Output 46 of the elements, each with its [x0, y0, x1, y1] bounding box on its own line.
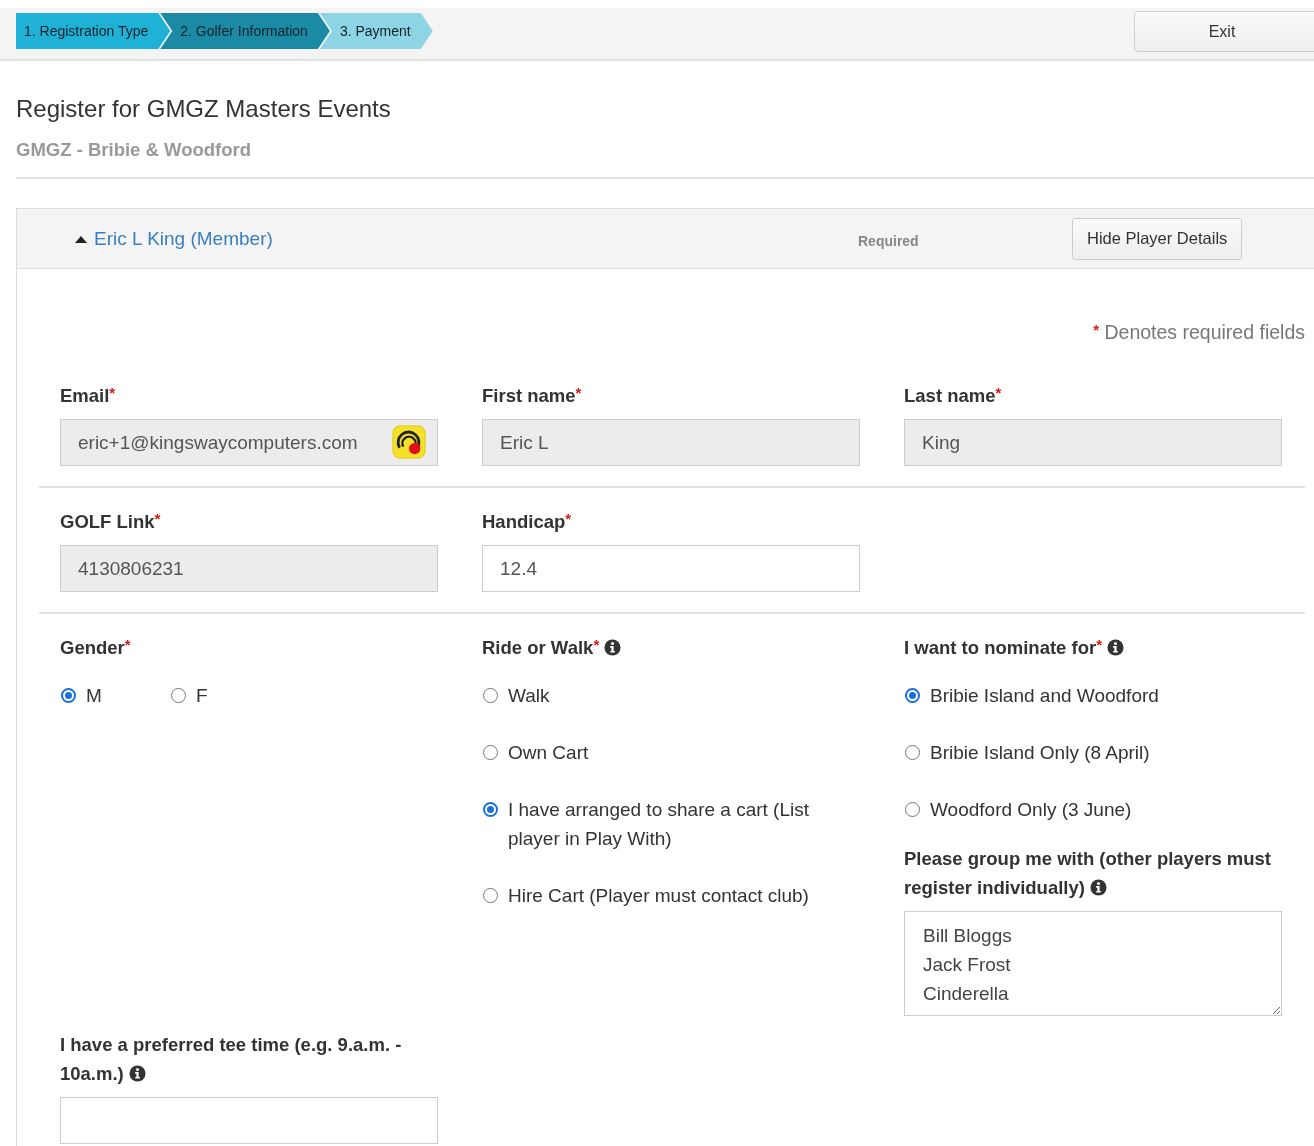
- option-label: Hire Cart (Player must contact club): [508, 884, 809, 908]
- radio-button[interactable]: [483, 745, 498, 760]
- field-label: Handicap$^{*}$: [482, 509, 573, 534]
- field-label: Please group me with (other players must register individually): [904, 847, 1272, 900]
- option-label: Walk: [508, 684, 550, 708]
- exit-button[interactable]: Exit: [1134, 11, 1314, 52]
- field-label: I want to nominate for$^{*}$: [904, 630, 1282, 662]
- radio-button[interactable]: [61, 688, 76, 703]
- page-title: Register for GMGZ Masters Events: [16, 95, 392, 123]
- text-field[interactable]: 12.4: [482, 545, 860, 592]
- event-subtitle: GMGZ - Bribie & Woodford: [16, 139, 252, 161]
- field-label: First name$^{*}$: [482, 383, 583, 408]
- hide-details-button[interactable]: Hide Player Details: [1072, 217, 1243, 260]
- option-label: F: [196, 684, 208, 708]
- field-label: Email$^{*}$: [60, 383, 117, 408]
- radio-button[interactable]: [483, 802, 498, 817]
- info-icon[interactable]: [1090, 879, 1108, 896]
- field-label: Gender$^{*}$: [60, 635, 132, 660]
- field-label: GOLF Link$^{*}$: [60, 509, 162, 534]
- field-label: I have a preferred tee time (e.g. 9.a.m. - 10a.m.): [60, 1033, 403, 1086]
- field-label: Ride or Walk$^{*}$: [482, 630, 860, 662]
- option-label: Bribie Island and Woodford: [930, 684, 1159, 708]
- radio-button[interactable]: [905, 802, 920, 817]
- player-name-link[interactable]: Eric L King (Member): [94, 227, 273, 250]
- option-label: Woodford Only (3 June): [930, 798, 1132, 822]
- required-note: $^{*}$ Denotes required fields: [1092, 321, 1305, 344]
- collapse-triangle-icon[interactable]: [75, 234, 87, 243]
- info-icon[interactable]: [128, 1065, 146, 1082]
- option-label: M: [86, 684, 102, 708]
- option-label: I have arranged to share a cart (List player in Play With): [508, 798, 810, 851]
- option-label: Own Cart: [508, 741, 589, 765]
- field-label: Last name$^{*}$: [904, 383, 1003, 408]
- step-tab[interactable]: 2. Golfer Information: [160, 13, 330, 49]
- info-icon[interactable]: [604, 639, 622, 656]
- radio-button[interactable]: [483, 888, 498, 903]
- required-label: Required: [858, 232, 920, 249]
- radio-button[interactable]: [483, 688, 498, 703]
- info-icon[interactable]: [1107, 639, 1125, 656]
- text-field[interactable]: [60, 1097, 438, 1144]
- step-tab[interactable]: 3. Payment: [319, 13, 433, 49]
- radio-button[interactable]: [171, 688, 186, 703]
- step-tab[interactable]: 1. Registration Type: [16, 13, 171, 49]
- group-textarea[interactable]: Bill Bloggs Jack Frost Cinderella: [904, 911, 1282, 1016]
- option-label: Bribie Island Only (8 April): [930, 741, 1150, 765]
- radio-button[interactable]: [905, 688, 920, 703]
- radio-button[interactable]: [905, 745, 920, 760]
